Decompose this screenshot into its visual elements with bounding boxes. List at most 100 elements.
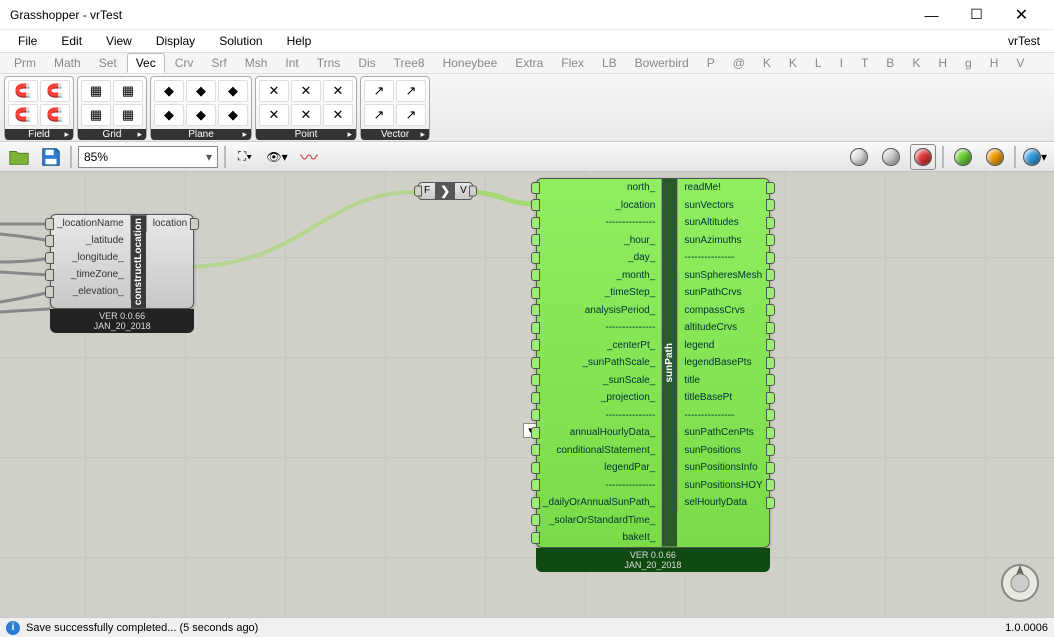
output-port[interactable]: sunAzimuths (677, 232, 768, 250)
point-tool-6[interactable]: ✕ (323, 104, 353, 126)
input-port[interactable]: _sunPathScale_ (537, 354, 662, 372)
vector-tool-4[interactable]: ↗ (396, 104, 426, 126)
tab-k1[interactable]: K (755, 54, 779, 72)
output-port[interactable]: sunPositionsInfo (677, 459, 768, 477)
output-port[interactable]: sunPathCenPts (677, 424, 768, 442)
field-tool-1[interactable]: 🧲 (8, 80, 38, 102)
input-port[interactable]: _month_ (537, 267, 662, 285)
output-port[interactable]: location (146, 215, 193, 232)
menu-help[interactable]: Help (277, 32, 322, 50)
save-button[interactable] (38, 144, 64, 170)
input-port[interactable]: --------------- (537, 319, 662, 337)
shade-wire-button[interactable] (878, 144, 904, 170)
output-port[interactable]: readMe! (677, 179, 768, 197)
tab-i[interactable]: I (832, 54, 851, 72)
shade-none-button[interactable] (846, 144, 872, 170)
sketch-button[interactable]: 〰 (296, 144, 322, 170)
shade-orange-button[interactable] (982, 144, 1008, 170)
input-port[interactable]: conditionalStatement_ (537, 442, 662, 460)
node-relay[interactable]: F ❯ V (418, 182, 473, 200)
point-tool-1[interactable]: ✕ (259, 80, 289, 102)
relay-out[interactable]: V (455, 183, 472, 199)
tab-l[interactable]: L (807, 54, 830, 72)
node-sunpath[interactable]: north__location---------------_hour__day… (536, 178, 770, 572)
input-port[interactable]: --------------- (537, 407, 662, 425)
tab-vec[interactable]: Vec (127, 53, 165, 73)
tab-dis[interactable]: Dis (350, 54, 383, 72)
zoom-extents-button[interactable]: ⛶▾ (232, 144, 258, 170)
output-port[interactable]: sunVectors (677, 197, 768, 215)
tab-prm[interactable]: Prm (6, 54, 44, 72)
vector-tool-2[interactable]: ↗ (364, 104, 394, 126)
tab-trns[interactable]: Trns (309, 54, 349, 72)
grid-tool-4[interactable]: ▦ (113, 104, 143, 126)
plane-tool-6[interactable]: ◆ (218, 104, 248, 126)
field-tool-3[interactable]: 🧲 (40, 80, 70, 102)
field-tool-4[interactable]: 🧲 (40, 104, 70, 126)
vector-tool-3[interactable]: ↗ (396, 80, 426, 102)
input-port[interactable]: _timeStep_ (537, 284, 662, 302)
tab-bowerbird[interactable]: Bowerbird (627, 54, 697, 72)
tab-honeybee[interactable]: Honeybee (435, 54, 506, 72)
output-port[interactable]: title (677, 372, 768, 390)
output-port[interactable]: sunPathCrvs (677, 284, 768, 302)
menu-display[interactable]: Display (146, 32, 205, 50)
zoom-combo[interactable]: 85% (78, 146, 218, 168)
input-port[interactable]: _hour_ (537, 232, 662, 250)
input-port[interactable]: _location (537, 197, 662, 215)
output-port[interactable]: compassCrvs (677, 302, 768, 320)
tab-t[interactable]: T (853, 54, 876, 72)
input-port[interactable]: north_ (537, 179, 662, 197)
relay-in[interactable]: F (419, 183, 435, 199)
input-port[interactable]: _solarOrStandardTime_ (537, 512, 662, 530)
minimize-button[interactable]: ― (909, 0, 954, 30)
plane-tool-1[interactable]: ◆ (154, 80, 184, 102)
menu-solution[interactable]: Solution (209, 32, 272, 50)
node-construct-location[interactable]: _locationName_latitude_longitude__timeZo… (50, 214, 194, 333)
tab-int[interactable]: Int (277, 54, 306, 72)
tab-lb[interactable]: LB (594, 54, 625, 72)
input-port[interactable]: annualHourlyData_ (537, 424, 662, 442)
input-port[interactable]: _latitude (51, 232, 131, 249)
tab-h1[interactable]: H (930, 54, 955, 72)
grid-tool-2[interactable]: ▦ (81, 104, 111, 126)
output-port[interactable]: sunSpheresMesh (677, 267, 768, 285)
menu-file[interactable]: File (8, 32, 47, 50)
input-port[interactable]: _timeZone_ (51, 266, 131, 283)
tab-set[interactable]: Set (91, 54, 125, 72)
plane-tool-5[interactable]: ◆ (218, 80, 248, 102)
input-port[interactable]: _sunScale_ (537, 372, 662, 390)
input-port[interactable]: _elevation_ (51, 283, 131, 300)
preview-button[interactable]: 👁▾ (264, 144, 290, 170)
tab-tree8[interactable]: Tree8 (386, 54, 433, 72)
shade-red-button[interactable] (910, 144, 936, 170)
grid-tool-1[interactable]: ▦ (81, 80, 111, 102)
vector-tool-1[interactable]: ↗ (364, 80, 394, 102)
plane-tool-4[interactable]: ◆ (186, 104, 216, 126)
input-port[interactable]: _longitude_ (51, 249, 131, 266)
compass-icon[interactable] (998, 561, 1042, 605)
tab-math[interactable]: Math (46, 54, 89, 72)
input-port[interactable]: _locationName (51, 215, 131, 232)
output-port[interactable]: legendBasePts (677, 354, 768, 372)
menu-edit[interactable]: Edit (51, 32, 92, 50)
output-port[interactable]: sunPositionsHOY (677, 477, 768, 495)
point-tool-3[interactable]: ✕ (291, 80, 321, 102)
tab-k2[interactable]: K (781, 54, 805, 72)
point-tool-4[interactable]: ✕ (291, 104, 321, 126)
canvas[interactable]: _locationName_latitude_longitude__timeZo… (0, 172, 1054, 617)
tab-h2[interactable]: H (982, 54, 1007, 72)
tab-msh[interactable]: Msh (237, 54, 276, 72)
input-port[interactable]: --------------- (537, 214, 662, 232)
point-tool-5[interactable]: ✕ (323, 80, 353, 102)
input-port[interactable]: _centerPt_ (537, 337, 662, 355)
tab-srf[interactable]: Srf (203, 54, 234, 72)
output-port[interactable]: sunAltitudes (677, 214, 768, 232)
input-port[interactable]: _day_ (537, 249, 662, 267)
point-tool-2[interactable]: ✕ (259, 104, 289, 126)
input-port[interactable]: --------------- (537, 477, 662, 495)
tab-b[interactable]: B (878, 54, 902, 72)
tab-g[interactable]: g (957, 54, 980, 72)
tab-crv[interactable]: Crv (167, 54, 202, 72)
maximize-button[interactable]: ☐ (954, 0, 999, 30)
